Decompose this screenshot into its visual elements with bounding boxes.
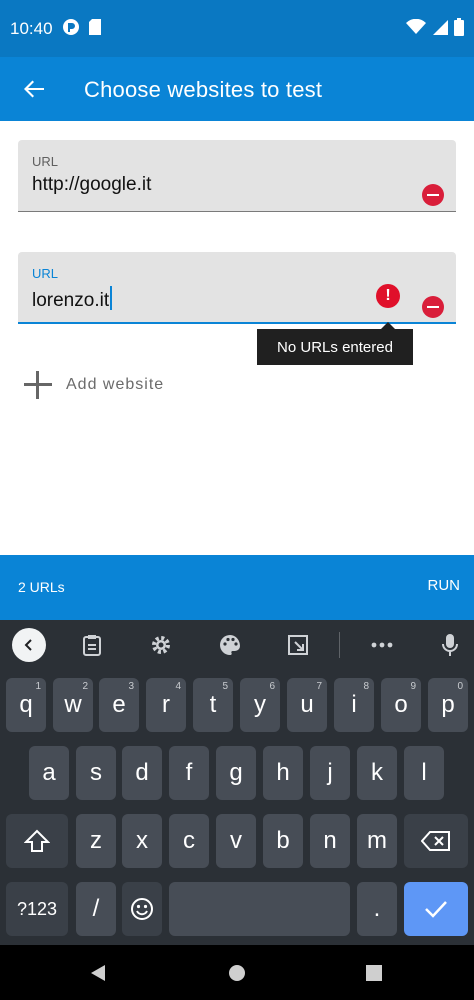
theme-button[interactable] bbox=[217, 632, 243, 658]
key-period[interactable]: . bbox=[357, 882, 397, 936]
key-z[interactable]: z bbox=[76, 814, 116, 868]
app-notification-icon bbox=[63, 19, 79, 35]
symbols-key[interactable]: ?123 bbox=[6, 882, 68, 936]
url-input[interactable]: http://google.it bbox=[32, 174, 151, 196]
signal-icon bbox=[433, 20, 448, 35]
run-button[interactable]: RUN bbox=[428, 577, 461, 594]
more-button[interactable] bbox=[369, 632, 395, 658]
bottom-bar: 2 URLs RUN bbox=[0, 555, 474, 620]
backspace-icon bbox=[421, 831, 450, 851]
nav-back-icon[interactable] bbox=[88, 963, 108, 983]
key-t[interactable]: t5 bbox=[193, 678, 233, 732]
palette-icon bbox=[220, 635, 240, 655]
key-o[interactable]: o9 bbox=[381, 678, 421, 732]
shift-icon bbox=[24, 829, 50, 852]
space-key[interactable] bbox=[169, 882, 350, 936]
keyboard: q1 w2 e3 r4 t5 y6 u7 i8 o9 p0 a s d f g … bbox=[0, 620, 474, 945]
key-k[interactable]: k bbox=[357, 746, 397, 800]
backspace-key[interactable] bbox=[404, 814, 468, 868]
key-c[interactable]: c bbox=[169, 814, 209, 868]
gear-icon bbox=[152, 636, 170, 654]
key-r[interactable]: r4 bbox=[146, 678, 186, 732]
text-caret bbox=[110, 286, 113, 310]
key-m[interactable]: m bbox=[357, 814, 397, 868]
key-y[interactable]: y6 bbox=[240, 678, 280, 732]
key-h[interactable]: h bbox=[263, 746, 303, 800]
url-field-label: URL bbox=[32, 266, 59, 281]
sd-card-icon bbox=[89, 19, 101, 35]
clipboard-button[interactable] bbox=[79, 632, 105, 658]
remove-url-button[interactable] bbox=[422, 184, 444, 206]
key-j[interactable]: j bbox=[310, 746, 350, 800]
error-icon: ! bbox=[376, 284, 400, 308]
key-a[interactable]: a bbox=[29, 746, 69, 800]
key-i[interactable]: i8 bbox=[334, 678, 374, 732]
resize-icon bbox=[288, 635, 308, 655]
arrow-back-icon bbox=[24, 80, 44, 98]
nav-home-icon[interactable] bbox=[227, 963, 247, 983]
key-q[interactable]: q1 bbox=[6, 678, 46, 732]
clipboard-icon bbox=[83, 635, 101, 656]
url-count: 2 URLs bbox=[18, 579, 65, 595]
key-n[interactable]: n bbox=[310, 814, 350, 868]
key-v[interactable]: v bbox=[216, 814, 256, 868]
navigation-bar bbox=[0, 945, 474, 1000]
shift-key[interactable] bbox=[6, 814, 68, 868]
key-x[interactable]: x bbox=[122, 814, 162, 868]
remove-url-button[interactable] bbox=[422, 296, 444, 318]
key-d[interactable]: d bbox=[122, 746, 162, 800]
key-l[interactable]: l bbox=[404, 746, 444, 800]
battery-icon bbox=[454, 18, 464, 36]
url-input[interactable]: lorenzo.it bbox=[32, 286, 113, 312]
nav-recents-icon[interactable] bbox=[364, 963, 384, 983]
add-website-button[interactable]: Add website bbox=[24, 369, 164, 401]
keyboard-collapse-button[interactable] bbox=[12, 628, 46, 662]
microphone-icon bbox=[442, 634, 458, 656]
page-title: Choose websites to test bbox=[84, 77, 323, 102]
back-button[interactable] bbox=[14, 69, 54, 109]
status-bar: 10:40 bbox=[0, 0, 474, 57]
emoji-icon bbox=[131, 898, 153, 920]
url-field-1[interactable]: URL http://google.it bbox=[18, 140, 456, 212]
key-b[interactable]: b bbox=[263, 814, 303, 868]
key-s[interactable]: s bbox=[76, 746, 116, 800]
app-bar: Choose websites to test bbox=[0, 57, 474, 121]
error-tooltip: No URLs entered bbox=[257, 322, 413, 365]
keyboard-toolbar bbox=[0, 620, 474, 670]
key-slash[interactable]: / bbox=[76, 882, 116, 936]
check-icon bbox=[425, 901, 447, 918]
voice-input-button[interactable] bbox=[437, 632, 463, 658]
key-g[interactable]: g bbox=[216, 746, 256, 800]
key-w[interactable]: w2 bbox=[53, 678, 93, 732]
url-field-label: URL bbox=[32, 154, 59, 169]
status-time: 10:40 bbox=[10, 19, 53, 38]
key-u[interactable]: u7 bbox=[287, 678, 327, 732]
emoji-key[interactable] bbox=[122, 882, 162, 936]
key-f[interactable]: f bbox=[169, 746, 209, 800]
plus-icon bbox=[24, 371, 52, 399]
website-list: URL http://google.it URL lorenzo.it ! No… bbox=[0, 121, 474, 555]
key-p[interactable]: p0 bbox=[428, 678, 468, 732]
wifi-icon bbox=[406, 19, 426, 34]
add-website-label: Add website bbox=[66, 376, 165, 393]
settings-button[interactable] bbox=[148, 632, 174, 658]
chevron-left-icon bbox=[24, 639, 32, 651]
done-key[interactable] bbox=[404, 882, 468, 936]
url-field-2[interactable]: URL lorenzo.it ! bbox=[18, 252, 456, 324]
more-horizontal-icon bbox=[371, 642, 393, 648]
key-e[interactable]: e3 bbox=[99, 678, 139, 732]
floating-keyboard-button[interactable] bbox=[285, 632, 311, 658]
